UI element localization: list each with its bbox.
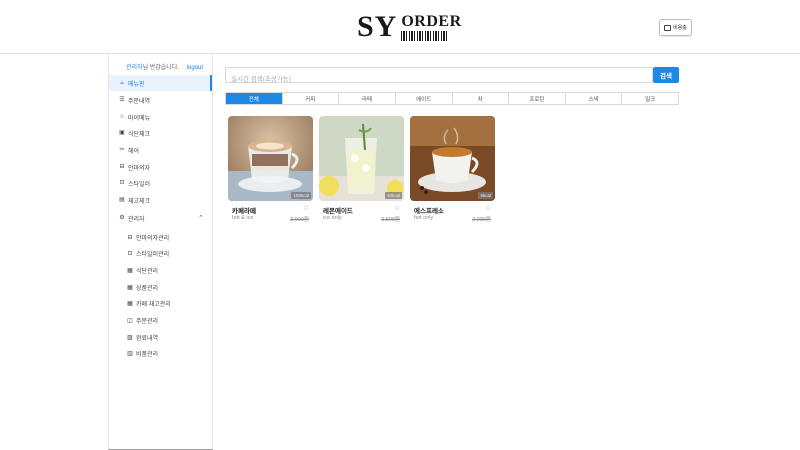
logo-sy: SY: [357, 10, 398, 43]
product-image[interactable]: 5kcal: [410, 116, 495, 201]
tab-tea[interactable]: 차: [452, 93, 510, 104]
product-option: hot only: [414, 215, 434, 221]
chair-icon: ⊟: [127, 234, 133, 241]
card-icon: [664, 24, 672, 31]
search-input[interactable]: [226, 72, 652, 87]
favorite-star-icon[interactable]: ☆: [303, 204, 309, 212]
product-image[interactable]: 40kcal: [319, 116, 404, 201]
product-price: 3,500원: [381, 217, 400, 223]
staff-button[interactable]: 비용충: [659, 19, 692, 36]
grid-icon: ▦: [127, 284, 133, 291]
sidebar: 관리자님 반갑습니다. logout ☕ 메뉴판 ☰ 주문내역 ☆ 마이메뉴 ▣…: [108, 54, 213, 450]
product-price: 2,000원: [472, 217, 491, 223]
sidebar-item-stock-check[interactable]: ▤ 재고체크: [109, 192, 212, 208]
sidebar-subitem-product-admin[interactable]: ▦ 상품관리: [109, 279, 212, 295]
grid-icon: ▦: [127, 267, 133, 274]
sidebar-subitem-label: 카페 재고관리: [136, 301, 171, 308]
product-image[interactable]: 150kcal: [228, 116, 313, 201]
sidebar-subitem-diet-admin[interactable]: ▦ 식단관리: [109, 262, 212, 278]
sidebar-subitem-label: 상품관리: [136, 285, 159, 292]
box-icon: ▤: [119, 197, 125, 203]
sidebar-item-styler[interactable]: ⊡ 스타일러: [109, 175, 212, 191]
product-card[interactable]: 5kcal 에스프레소 ☆ hot only 2,000원: [410, 116, 495, 226]
styler-icon: ⊡: [119, 180, 125, 186]
tab-ade[interactable]: 에이드: [395, 93, 453, 104]
sidebar-subitem-completed[interactable]: ▨ 완료내역: [109, 329, 212, 345]
grid-icon: ▦: [127, 300, 133, 307]
tab-latte[interactable]: 라떼: [339, 93, 396, 104]
styler-icon: ⊡: [127, 250, 133, 257]
category-tabs: 전체 커피 라떼 에이드 차 프로틴 스낵 밀크: [225, 92, 679, 105]
greeting-text: 님 반갑습니다.: [142, 65, 180, 71]
tab-all[interactable]: 전체: [226, 93, 283, 104]
kcal-badge: 150kcal: [291, 192, 311, 199]
sidebar-item-diet-check[interactable]: ▣ 식단체크: [109, 125, 212, 141]
product-option: ice only: [323, 215, 342, 221]
sidebar-item-order-history[interactable]: ☰ 주문내역: [109, 92, 212, 108]
logout-link[interactable]: logout: [187, 65, 203, 71]
greeting-name: 관리자: [126, 65, 143, 71]
sidebar-item-label: 헤어: [128, 148, 140, 155]
sidebar-item-label: 마이메뉴: [128, 115, 151, 122]
sidebar-item-massage-chair[interactable]: ⊟ 안마의자: [109, 159, 212, 175]
sidebar-subitem-styler-admin[interactable]: ⊡ 스타일러관리: [109, 245, 212, 261]
product-card[interactable]: 40kcal 레몬에이드 ☆ ice only 3,500원: [319, 116, 404, 226]
checkbox-icon: ▣: [119, 130, 125, 136]
logo[interactable]: SY ORDER: [357, 10, 462, 43]
archive-icon: ▥: [127, 350, 133, 357]
sidebar-subitem-label: 식단관리: [136, 268, 159, 275]
sidebar-subitem-label: 안마의자관리: [136, 235, 170, 242]
sidebar-subitem-order-admin[interactable]: ◫ 주문관리: [109, 312, 212, 328]
favorite-star-icon[interactable]: ☆: [485, 204, 491, 212]
sidebar-item-label: 식단체크: [128, 131, 151, 138]
product-price: 3,000원: [290, 217, 309, 223]
sidebar-item-label: 재고체크: [128, 198, 151, 205]
sidebar-item-my-menu[interactable]: ☆ 마이메뉴: [109, 109, 212, 125]
sidebar-subitem-massage-chair-admin[interactable]: ⊟ 안마의자관리: [109, 229, 212, 245]
star-icon: ☆: [119, 114, 125, 120]
search-button[interactable]: 검색: [653, 67, 679, 83]
lock-icon: ◫: [127, 317, 133, 324]
staff-button-label: 비용충: [673, 25, 687, 31]
scissors-icon: ✂: [119, 147, 125, 153]
chair-icon: ⊟: [119, 164, 125, 170]
sidebar-item-label: 안마의자: [128, 165, 151, 172]
coffee-icon: ☕: [119, 80, 125, 86]
search-box: [225, 67, 653, 87]
product-option: hot & ice: [232, 215, 254, 221]
header: SY ORDER 비용충: [0, 0, 800, 54]
product-title: 에스프레소: [414, 208, 444, 215]
logo-right: ORDER: [401, 14, 461, 41]
sidebar-subitem-cafe-stock-admin[interactable]: ▦ 카페 재고관리: [109, 295, 212, 311]
sidebar-subitem-label: 스타일러관리: [136, 251, 170, 258]
product-title: 카페라떼: [232, 208, 256, 215]
kcal-badge: 5kcal: [478, 192, 493, 199]
greeting: 관리자님 반갑습니다. logout: [126, 62, 203, 71]
sidebar-subitem-label: 비품관리: [136, 351, 159, 358]
kcal-badge: 40kcal: [384, 192, 402, 199]
chevron-up-icon[interactable]: ⌃: [198, 214, 204, 222]
sidebar-subitem-label: 완료내역: [136, 335, 159, 342]
tab-protein[interactable]: 프로틴: [509, 93, 566, 104]
sidebar-item-label: 메뉴판: [128, 81, 145, 88]
product-card[interactable]: 150kcal 카페라떼 ☆ hot & ice 3,000원: [228, 116, 313, 226]
tab-snack[interactable]: 스낵: [565, 93, 623, 104]
sidebar-item-label: 주문내역: [128, 98, 151, 105]
favorite-star-icon[interactable]: ☆: [394, 204, 400, 212]
barcode-icon: [401, 31, 448, 41]
sidebar-item-menu[interactable]: ☕ 메뉴판: [109, 75, 212, 91]
tab-milk[interactable]: 밀크: [622, 93, 678, 104]
sidebar-item-hair[interactable]: ✂ 헤어: [109, 142, 212, 158]
list-icon: ☰: [119, 97, 125, 103]
document-icon: ▨: [127, 334, 133, 341]
logo-order: ORDER: [401, 13, 462, 30]
sidebar-subitem-label: 주문관리: [136, 318, 159, 325]
sidebar-item-label: 스타일러: [128, 181, 151, 188]
sidebar-subitem-supplies-admin[interactable]: ▥ 비품관리: [109, 345, 212, 361]
sidebar-item-admin[interactable]: ⚙ 관리자 ⌃: [109, 210, 212, 226]
tab-coffee[interactable]: 커피: [282, 93, 340, 104]
gear-icon: ⚙: [119, 215, 125, 221]
product-title: 레몬에이드: [323, 208, 353, 215]
sidebar-item-label: 관리자: [128, 216, 145, 223]
